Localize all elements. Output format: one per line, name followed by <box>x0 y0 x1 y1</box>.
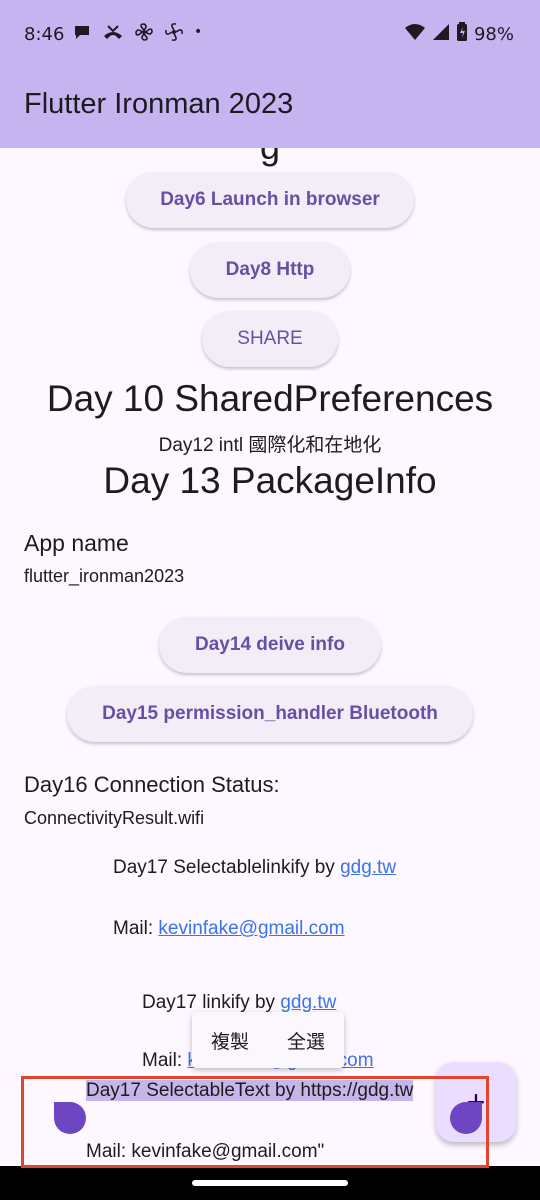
app-name-value: flutter_ironman2023 <box>24 566 185 586</box>
cut-off-heading: g <box>0 148 540 168</box>
dot-icon: • <box>194 24 203 40</box>
pinwheel-icon <box>164 22 184 47</box>
status-time: 8:46 <box>24 24 65 45</box>
wifi-icon <box>404 23 426 46</box>
highlight-box <box>21 1076 489 1168</box>
selection-end-handle[interactable] <box>450 1102 482 1134</box>
app-name-label: App name <box>24 530 129 556</box>
select-all-menu-item[interactable]: 全選 <box>287 1027 325 1054</box>
http-button[interactable]: Day8 Http <box>190 242 350 298</box>
navigation-bar <box>0 1166 540 1200</box>
status-right: 98% <box>404 22 514 47</box>
missed-call-icon <box>102 22 124 47</box>
share-button[interactable]: SHARE <box>202 311 338 367</box>
device-info-button[interactable]: Day14 deive info <box>159 617 381 673</box>
linkify-label: Day17 linkify by <box>142 992 281 1013</box>
notification-icons: • <box>72 22 202 47</box>
linkify-text: Day17 linkify by gdg.tw <box>142 992 336 1014</box>
selectable-linkify-label: Day17 Selectablelinkify by <box>113 857 341 878</box>
battery-percent: 98% <box>473 24 514 45</box>
text-selection-menu: 複製 全選 <box>192 1012 344 1068</box>
mail-label: Mail: <box>142 1050 188 1071</box>
gdg-link[interactable]: gdg.tw <box>280 992 336 1013</box>
shared-preferences-title: Day 10 SharedPreferences <box>46 378 494 419</box>
battery-icon <box>456 22 468 47</box>
mail-label: Mail: <box>113 918 159 939</box>
launch-in-browser-button[interactable]: Day6 Launch in browser <box>126 172 414 228</box>
status-bar: 8:46 • 98% <box>0 0 540 68</box>
mail-link[interactable]: kevinfake@gmail.com <box>158 918 344 939</box>
home-gesture-handle[interactable] <box>192 1180 348 1186</box>
signal-icon <box>432 23 450 46</box>
app-title: Flutter Ironman 2023 <box>24 88 294 120</box>
intl-text: Day12 intl 國際化和在地化 <box>158 435 382 456</box>
selectable-linkify-text: Day17 Selectablelinkify by gdg.tw <box>113 857 396 879</box>
selection-start-handle[interactable] <box>54 1102 86 1134</box>
pinwheel-icon <box>134 22 154 47</box>
bluetooth-permission-button[interactable]: Day15 permission_handler Bluetooth <box>67 686 473 742</box>
chat-icon <box>72 22 92 47</box>
gdg-link[interactable]: gdg.tw <box>340 857 396 878</box>
connection-status-label: Day16 Connection Status: <box>24 772 280 797</box>
copy-menu-item[interactable]: 複製 <box>211 1027 249 1054</box>
mail-text-1: Mail: kevinfake@gmail.com <box>113 918 345 940</box>
package-info-title: Day 13 PackageInfo <box>103 460 437 501</box>
connection-status-value: ConnectivityResult.wifi <box>24 808 205 828</box>
app-bar: Flutter Ironman 2023 <box>0 68 540 148</box>
